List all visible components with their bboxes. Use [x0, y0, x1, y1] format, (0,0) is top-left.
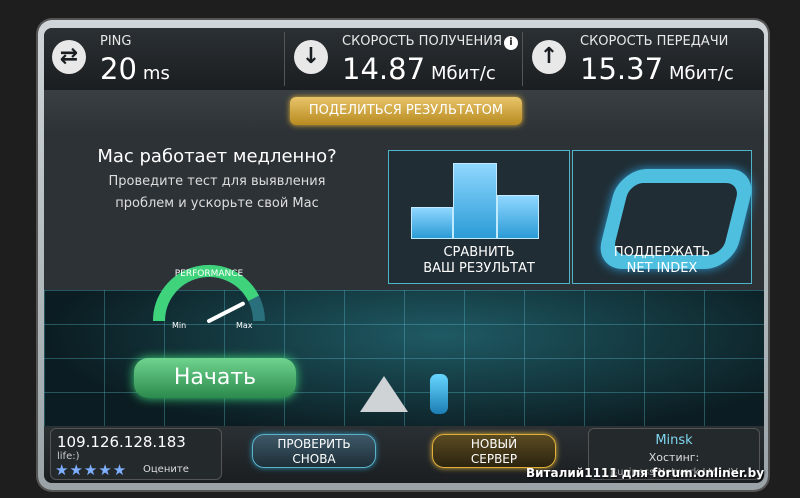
speedtest-window: ⇄ PING 20 ms ↓ СКОРОСТЬ ПОЛУЧЕНИЯ 14.87 Мб… — [44, 28, 764, 483]
promo-heading: Mac работает медленно? — [97, 146, 337, 167]
share-result-button[interactable]: ПОДЕЛИТЬСЯ РЕЗУЛЬТАТОМ — [290, 97, 522, 125]
promo-text: Проведите тест для выявления проблем и у… — [58, 171, 376, 215]
download-unit: Мбит/с — [431, 63, 496, 84]
down-arrow-icon: ↓ — [294, 40, 328, 74]
server-city: Minsk — [655, 433, 693, 448]
bar-graph-icon — [411, 163, 539, 239]
rate-label: Оцените — [143, 464, 189, 475]
promo-line-2: проблем и ускорьте свой Mac — [115, 196, 319, 211]
upload-number: 15.37 — [580, 52, 664, 86]
info-icon[interactable]: i — [504, 36, 518, 50]
compare-line-2: ВАШ РЕЗУЛЬТАТ — [423, 261, 535, 276]
ping-number: 20 — [100, 52, 137, 86]
server-marker-icon — [360, 376, 408, 412]
results-bar: ⇄ PING 20 ms ↓ СКОРОСТЬ ПОЛУЧЕНИЯ 14.87 Мб… — [44, 28, 764, 91]
ping-value: 20 ms — [100, 52, 170, 86]
netindex-line-1: ПОДДЕРЖАТЬ — [613, 245, 711, 260]
download-stat: ↓ СКОРОСТЬ ПОЛУЧЕНИЯ 14.87 Мбит/с — [286, 28, 524, 90]
gauge-max-label: Max — [236, 321, 253, 330]
swap-arrows-icon: ⇄ — [52, 40, 86, 74]
ping-unit: ms — [142, 63, 170, 84]
mac-promo[interactable]: Mac работает медленно? Проведите тест дл… — [58, 146, 376, 215]
compare-line-1: СРАВНИТЬ — [443, 245, 515, 260]
ping-label: PING — [100, 34, 132, 49]
divider — [284, 32, 285, 86]
compare-caption: СРАВНИТЬ ВАШ РЕЗУЛЬТАТ — [389, 245, 569, 277]
upload-stat: ↑ СКОРОСТЬ ПЕРЕДАЧИ 15.37 Мбит/с — [524, 28, 762, 90]
upload-unit: Мбит/с — [669, 63, 734, 84]
share-bar: ПОДЕЛИТЬСЯ РЕЗУЛЬТАТОМ — [44, 90, 764, 134]
gauge-needle — [207, 301, 245, 323]
netindex-caption: ПОДДЕРЖАТЬ NET INDEX — [573, 245, 751, 277]
compare-result-panel[interactable]: СРАВНИТЬ ВАШ РЕЗУЛЬТАТ — [388, 150, 570, 284]
retest-line-2: СНОВА — [292, 452, 336, 466]
user-location-icon — [430, 374, 448, 414]
gauge-min-label: Min — [172, 321, 186, 330]
ping-stat: ⇄ PING 20 ms — [44, 28, 282, 90]
new-server-line-2: СЕРВЕР — [470, 452, 518, 466]
upload-value: 15.37 Мбит/с — [580, 52, 734, 86]
up-arrow-icon: ↑ — [532, 40, 566, 74]
ip-info: 109.126.128.183 life:) ★★★★★ Оцените — [50, 428, 222, 480]
new-server-line-1: НОВЫЙ — [470, 437, 518, 451]
promo-line-1: Проведите тест для выявления — [108, 174, 326, 189]
download-value: 14.87 Мбит/с — [342, 52, 496, 86]
netindex-line-2: NET INDEX — [626, 261, 698, 276]
download-label: СКОРОСТЬ ПОЛУЧЕНИЯ — [342, 34, 503, 49]
ip-address: 109.126.128.183 — [57, 433, 186, 451]
support-netindex-panel[interactable]: ПОДДЕРЖАТЬ NET INDEX — [572, 150, 758, 284]
retest-line-1: ПРОВЕРИТЬ — [277, 437, 351, 451]
retest-button[interactable]: ПРОВЕРИТЬ СНОВА — [252, 434, 376, 468]
upload-label: СКОРОСТЬ ПЕРЕДАЧИ — [580, 34, 729, 49]
rating-stars[interactable]: ★★★★★ — [55, 461, 127, 479]
start-button[interactable]: Начать — [134, 358, 296, 398]
watermark-text: Виталий1111 для forum.onliner.by — [526, 466, 765, 480]
new-server-button[interactable]: НОВЫЙ СЕРВЕР — [432, 434, 556, 468]
download-number: 14.87 — [342, 52, 426, 86]
gauge-title: PERFORMANCE — [175, 269, 244, 279]
performance-gauge: PERFORMANCE Min Max — [152, 264, 265, 330]
divider — [522, 32, 523, 86]
host-label: Хостинг: — [648, 451, 700, 464]
